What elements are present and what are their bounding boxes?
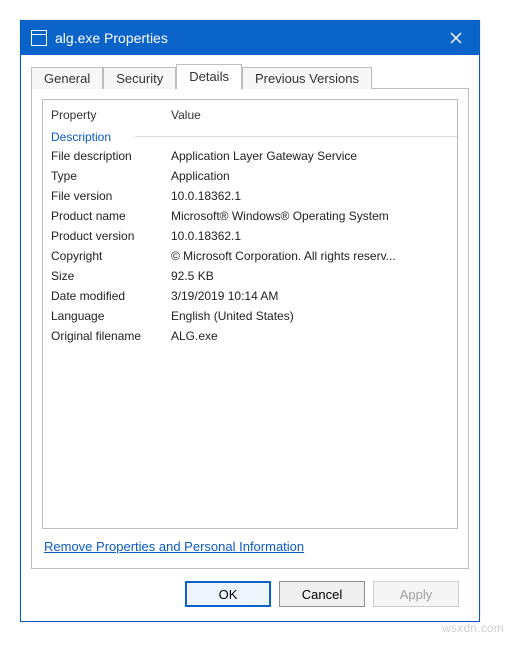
property-value: Application Layer Gateway Service: [171, 149, 449, 163]
tab-label: Previous Versions: [255, 71, 359, 86]
remove-properties-link[interactable]: Remove Properties and Personal Informati…: [44, 539, 304, 554]
window-icon: [31, 30, 47, 46]
property-row[interactable]: Product nameMicrosoft® Windows® Operatin…: [43, 206, 457, 226]
button-label: OK: [219, 587, 238, 602]
property-row[interactable]: Date modified3/19/2019 10:14 AM: [43, 286, 457, 306]
close-icon: [450, 32, 462, 44]
property-name: Product version: [51, 229, 171, 243]
property-name: Language: [51, 309, 171, 323]
tab-label: Details: [189, 69, 229, 84]
tab-details[interactable]: Details: [176, 64, 242, 88]
column-value[interactable]: Value: [171, 108, 449, 122]
tab-previous-versions[interactable]: Previous Versions: [242, 67, 372, 89]
property-row[interactable]: Original filenameALG.exe: [43, 326, 457, 346]
property-value: 92.5 KB: [171, 269, 449, 283]
property-value: Microsoft® Windows® Operating System: [171, 209, 449, 223]
tab-security[interactable]: Security: [103, 67, 176, 89]
property-row[interactable]: File version10.0.18362.1: [43, 186, 457, 206]
tabpanel-details: Property Value Description File descript…: [31, 89, 469, 569]
watermark-text: wsxdn.com: [442, 621, 504, 635]
titlebar[interactable]: alg.exe Properties: [21, 21, 479, 55]
property-value: 10.0.18362.1: [171, 229, 449, 243]
property-name: Product name: [51, 209, 171, 223]
property-name: Copyright: [51, 249, 171, 263]
window-title: alg.exe Properties: [55, 30, 168, 46]
apply-button: Apply: [373, 581, 459, 607]
tab-label: Security: [116, 71, 163, 86]
details-list[interactable]: Property Value Description File descript…: [42, 99, 458, 529]
property-value: ALG.exe: [171, 329, 449, 343]
property-row[interactable]: LanguageEnglish (United States): [43, 306, 457, 326]
button-label: Apply: [400, 587, 433, 602]
tab-label: General: [44, 71, 90, 86]
ok-button[interactable]: OK: [185, 581, 271, 607]
property-name: File version: [51, 189, 171, 203]
property-row[interactable]: Copyright© Microsoft Corporation. All ri…: [43, 246, 457, 266]
property-value: © Microsoft Corporation. All rights rese…: [171, 249, 449, 263]
property-value: 3/19/2019 10:14 AM: [171, 289, 449, 303]
property-value: 10.0.18362.1: [171, 189, 449, 203]
tabstrip: General Security Details Previous Versio…: [31, 63, 469, 89]
property-name: Type: [51, 169, 171, 183]
property-name: Date modified: [51, 289, 171, 303]
property-name: Original filename: [51, 329, 171, 343]
cancel-button[interactable]: Cancel: [279, 581, 365, 607]
close-button[interactable]: [433, 21, 479, 55]
column-property[interactable]: Property: [51, 108, 171, 122]
tab-general[interactable]: General: [31, 67, 103, 89]
details-header: Property Value: [43, 104, 457, 126]
property-row[interactable]: File descriptionApplication Layer Gatewa…: [43, 146, 457, 166]
property-row[interactable]: TypeApplication: [43, 166, 457, 186]
dialog-body: General Security Details Previous Versio…: [21, 55, 479, 621]
property-name: File description: [51, 149, 171, 163]
button-label: Cancel: [302, 587, 342, 602]
property-value: Application: [171, 169, 449, 183]
property-value: English (United States): [171, 309, 449, 323]
dialog-buttons: OK Cancel Apply: [31, 569, 469, 607]
remove-properties-link-row: Remove Properties and Personal Informati…: [42, 529, 458, 558]
section-description: Description: [43, 126, 457, 146]
property-row[interactable]: Product version10.0.18362.1: [43, 226, 457, 246]
property-row[interactable]: Size92.5 KB: [43, 266, 457, 286]
properties-dialog: alg.exe Properties General Security Deta…: [20, 20, 480, 622]
property-name: Size: [51, 269, 171, 283]
